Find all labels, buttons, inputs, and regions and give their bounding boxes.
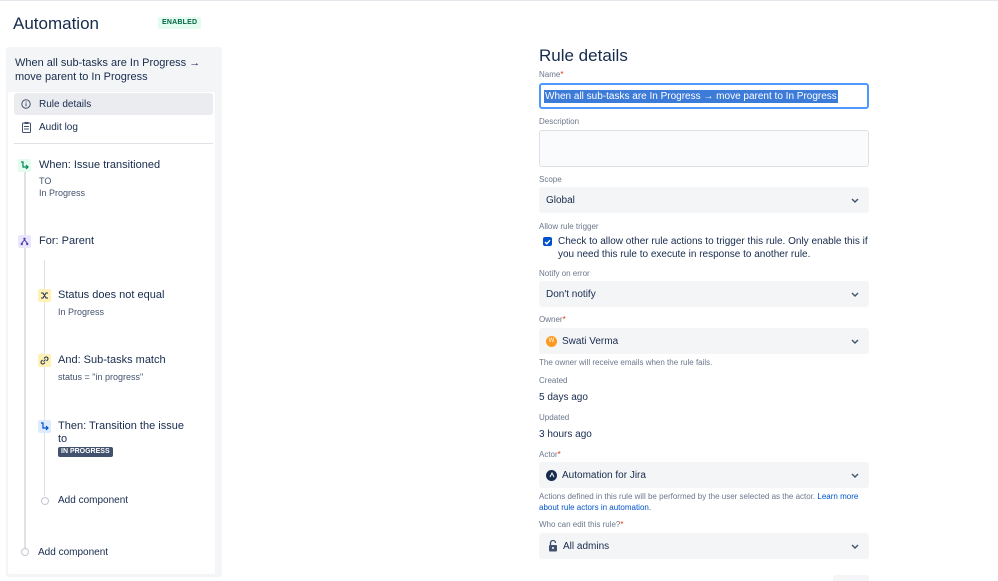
editors-value-wrap: All admins [546,540,850,552]
actor-value-wrap: Automation for Jira [546,469,850,481]
owner-value-wrap: W Swati Verma [546,335,850,347]
condition-status-value: In Progress [58,307,105,317]
actor-value: Automation for Jira [562,469,646,481]
notify-select[interactable]: Don't notify [539,281,869,307]
sidebar-item-label: Rule details [39,98,92,110]
notify-label: Notify on error [539,269,590,278]
description-label: Description [539,117,580,126]
trigger-title[interactable]: When: Issue transitioned [39,159,160,171]
description-textarea[interactable] [539,130,869,167]
link-icon[interactable] [38,354,51,367]
info-icon [20,98,32,110]
scope-select[interactable]: Global [539,187,869,213]
owner-value: Swati Verma [562,335,619,347]
status-badge: ENABLED [158,17,202,29]
actor-select[interactable]: Automation for Jira [539,462,869,488]
automation-avatar-icon [546,469,557,481]
editors-label: Who can edit this rule?* [539,520,624,529]
chevron-down-icon [850,292,860,297]
actor-label: Actor* [539,450,561,459]
branch-icon[interactable] [18,235,31,248]
trigger-detail-status: In Progress [39,188,86,198]
scope-value: Global [546,194,575,206]
sidebar-item-rule-details[interactable]: Rule details [14,93,213,115]
sidebar-item-audit-log[interactable]: Audit log [14,116,213,138]
sidebar-divider [14,143,213,144]
allow-trigger-checkbox[interactable] [543,237,552,246]
updated-label: Updated [539,413,570,422]
owner-helper: The owner will receive emails when the r… [539,358,713,367]
editors-select[interactable]: All admins [539,533,869,559]
shuffle-icon[interactable] [38,289,51,302]
sidebar-item-label: Audit log [39,121,78,133]
add-component-dot [41,497,49,505]
form-title: Rule details [539,46,628,65]
name-label: Name* [539,70,564,79]
rule-name-heading: When all sub-tasks are In Progress → mov… [15,57,201,83]
condition-subtasks-title[interactable]: And: Sub-tasks match [58,354,166,366]
allow-trigger-text: Check to allow other rule actions to tri… [558,236,868,260]
editors-value: All admins [563,540,610,552]
tree-connector [24,172,26,552]
trigger-icon[interactable] [18,159,31,172]
created-value: 5 days ago [539,392,588,403]
unlock-icon [548,540,558,552]
scope-label: Scope [539,175,562,184]
footer-button[interactable] [833,575,869,581]
page-title: Automation [13,14,99,33]
created-label: Created [539,376,568,385]
chevron-down-icon [850,473,860,478]
trigger-detail-to: To [39,176,52,186]
actor-helper: Actions defined in this rule will be per… [539,492,859,512]
owner-label: Owner* [539,315,566,324]
condition-status-title[interactable]: Status does not equal [58,289,164,301]
allow-trigger-label: Allow rule trigger [539,222,599,231]
add-component-dot [21,548,29,556]
avatar: W [546,335,557,347]
clipboard-icon [20,121,32,133]
chevron-down-icon [850,198,860,203]
rule-name-input[interactable]: When all sub-tasks are In Progress → mov… [539,83,869,109]
rule-name-input-value: When all sub-tasks are In Progress → mov… [544,89,838,103]
action-title[interactable]: Then: Transition the issue [58,420,184,432]
notify-value: Don't notify [546,288,596,300]
action-title-to: to [58,433,68,445]
updated-value: 3 hours ago [539,429,592,440]
condition-subtasks-jql: status = "in progress" [58,372,144,382]
status-lozenge: IN PROGRESS [58,447,113,457]
top-divider [0,0,998,1]
add-component-button[interactable]: Add component [58,495,128,506]
checkmark-icon [544,239,551,245]
chevron-down-icon [850,339,860,344]
owner-select[interactable]: W Swati Verma [539,328,869,354]
transition-icon[interactable] [38,420,51,433]
chevron-down-icon [850,544,860,549]
add-component-button[interactable]: Add component [38,547,108,558]
branch-title[interactable]: For: Parent [39,235,94,247]
